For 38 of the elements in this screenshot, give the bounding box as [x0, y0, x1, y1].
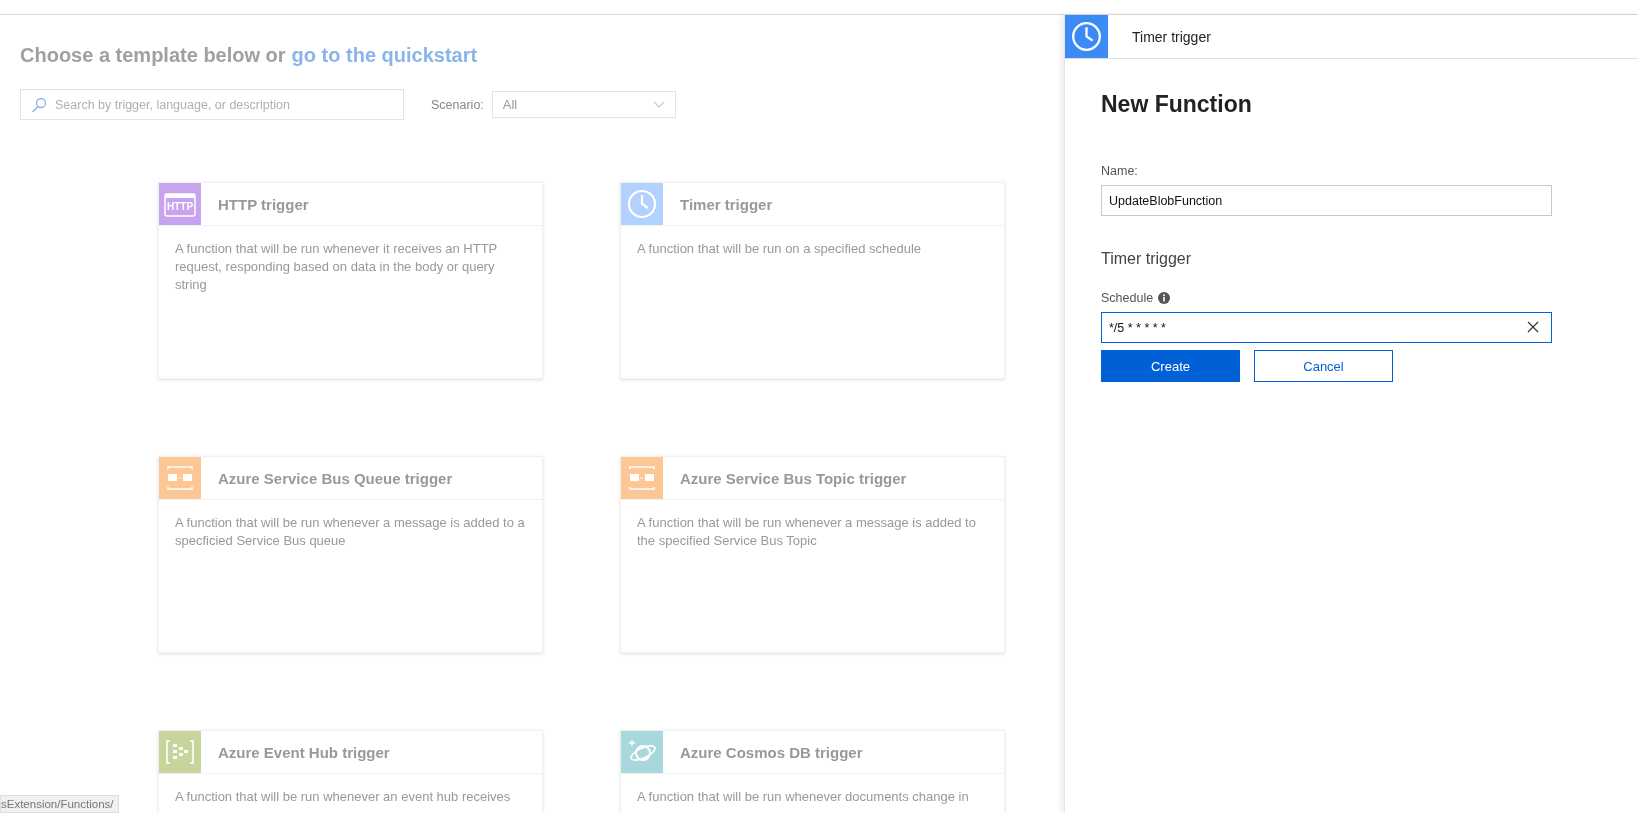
card-description: A function that will be run whenever a message is added to the specified Service Bus Topic: [637, 514, 977, 550]
card-title: Azure Service Bus Topic trigger: [680, 469, 907, 487]
section-heading: Timer trigger: [1101, 250, 1193, 268]
template-card[interactable]: Azure Service Bus Topic trigger A function that will be run whenever a message is added to the specified Service Bus Topic: [620, 456, 1005, 653]
template-card[interactable]: Azure Cosmos DB trigger A function that will be run whenever documents change in: [620, 730, 1005, 813]
cancel-button[interactable]: Cancel: [1254, 350, 1393, 382]
form-heading: New Function: [1101, 91, 1253, 118]
card-description: A function that will be run whenever an event hub receives: [175, 788, 512, 806]
card-title: HTTP trigger: [218, 195, 309, 213]
card-description: A function that will be run whenever a message is added to a specficied Service Bus queue: [175, 514, 526, 550]
card-title: Azure Service Bus Queue trigger: [218, 469, 453, 487]
status-bar: sExtension/Functions/: [0, 795, 119, 813]
card-title: Azure Cosmos DB trigger: [680, 743, 863, 761]
card-description: A function that will be run on a specified schedule: [637, 240, 922, 258]
heading-text: Choose a template below or: [20, 44, 286, 67]
schedule-field[interactable]: */5 * * * * *: [1101, 312, 1552, 343]
template-card[interactable]: HTTP HTTP trigger A function that will be run whenever it receives an HTTP request, responding based on data in the body or query string: [158, 182, 543, 379]
search-icon: [31, 97, 47, 113]
create-button[interactable]: Create: [1101, 350, 1240, 382]
schedule-label: Schedule: [1101, 291, 1154, 305]
card-description: A function that will be run whenever it receives an HTTP request, responding based on data in the body or query string: [175, 240, 499, 294]
search-field[interactable]: Search by trigger, language, or description: [20, 89, 404, 120]
name-field[interactable]: UpdateBlobFunction: [1101, 185, 1552, 216]
template-card[interactable]: Azure Service Bus Queue trigger A function that will be run whenever a message is added to a specficied Service Bus queue: [158, 456, 543, 653]
template-card[interactable]: Timer trigger A function that will be run on a specified schedule: [620, 182, 1005, 379]
card-title: Timer trigger: [680, 195, 773, 213]
card-title: Azure Event Hub trigger: [218, 743, 390, 761]
name-label: Name:: [1101, 164, 1138, 178]
template-card[interactable]: Azure Event Hub trigger A function that will be run whenever an event hub receives: [158, 730, 543, 813]
card-description: A function that will be run whenever documents change in: [637, 788, 970, 806]
icon-label: HTTP: [166, 201, 194, 212]
info-icon: [1158, 292, 1171, 304]
panel-title: Timer trigger: [1132, 28, 1211, 45]
scenario-label: Scenario:: [431, 97, 484, 112]
clear-icon[interactable]: [1527, 321, 1539, 333]
quickstart-link[interactable]: go to the quickstart: [291, 44, 478, 67]
chevron-icon: [652, 100, 665, 109]
scenario-dropdown[interactable]: All: [491, 91, 676, 118]
